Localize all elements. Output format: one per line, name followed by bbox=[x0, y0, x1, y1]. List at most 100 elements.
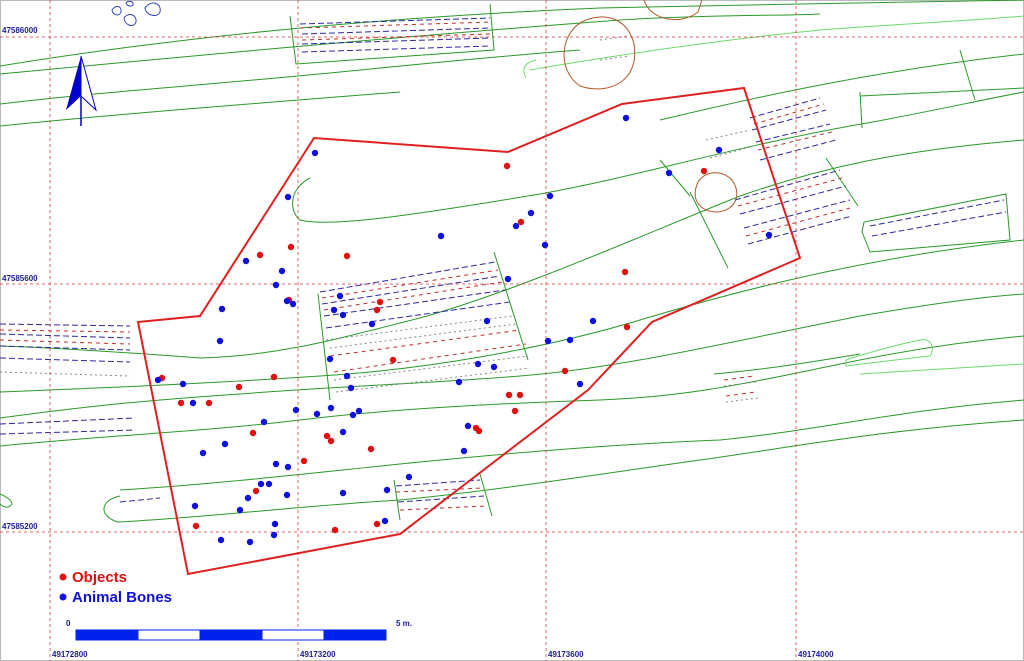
animal-bone-marker bbox=[349, 411, 357, 419]
object-find-marker bbox=[192, 522, 200, 530]
object-find-marker bbox=[373, 520, 381, 528]
animal-bone-marker bbox=[383, 486, 391, 494]
animal-bone-marker bbox=[437, 232, 445, 240]
animal-bone-marker bbox=[199, 449, 207, 457]
animal-bone-marker bbox=[217, 536, 225, 544]
animal-bone-marker bbox=[189, 399, 197, 407]
object-find-marker bbox=[700, 167, 708, 175]
animal-bone-marker bbox=[278, 267, 286, 275]
object-find-marker bbox=[367, 445, 375, 453]
animal-bone-marker bbox=[576, 380, 584, 388]
animal-bone-marker bbox=[474, 360, 482, 368]
scale-end-label: 5 m. bbox=[396, 619, 412, 628]
excavation-boundary bbox=[136, 86, 802, 576]
animal-bone-marker bbox=[242, 257, 250, 265]
animal-bone-marker bbox=[455, 378, 463, 386]
animal-bone-marker bbox=[244, 494, 252, 502]
animal-bones-legend-label: Animal Bones bbox=[72, 589, 172, 606]
animal-bone-marker bbox=[272, 460, 280, 468]
object-find-marker bbox=[287, 243, 295, 251]
object-find-marker bbox=[177, 399, 185, 407]
animal-bone-marker bbox=[313, 410, 321, 418]
animal-bone-marker bbox=[154, 376, 162, 384]
animal-bone-marker bbox=[284, 463, 292, 471]
object-find-marker bbox=[323, 432, 331, 440]
object-find-marker bbox=[300, 457, 308, 465]
objects-legend-label: Objects bbox=[72, 569, 127, 586]
animal-bone-marker bbox=[218, 305, 226, 313]
contour-lines bbox=[0, 0, 1024, 523]
animal-bone-marker bbox=[460, 447, 468, 455]
animal-bone-marker bbox=[260, 418, 268, 426]
animal-bone-marker bbox=[284, 193, 292, 201]
animal-bone-marker bbox=[343, 372, 351, 380]
object-find-marker bbox=[623, 323, 631, 331]
animal-bone-marker bbox=[327, 404, 335, 412]
easting-label: 49172800 bbox=[52, 650, 88, 659]
object-find-marker bbox=[505, 391, 513, 399]
animal-bone-marker bbox=[715, 146, 723, 154]
object-find-marker bbox=[389, 356, 397, 364]
object-find-marker bbox=[376, 298, 384, 306]
object-find-marker bbox=[270, 373, 278, 381]
legend: Objects Animal Bones bbox=[59, 569, 172, 606]
animal-bone-marker bbox=[464, 422, 472, 430]
coordinate-grid bbox=[0, 0, 1024, 661]
animal-bone-marker bbox=[622, 114, 630, 122]
site-plan-canvas: 47586000 47585600 47585200 49172800 4917… bbox=[0, 0, 1024, 661]
animal-bone-marker bbox=[265, 480, 273, 488]
animal-bone-marker bbox=[339, 489, 347, 497]
animal-bone-marker bbox=[326, 355, 334, 363]
animal-bone-marker bbox=[765, 231, 773, 239]
animal-bone-marker bbox=[236, 506, 244, 514]
object-find-marker bbox=[373, 306, 381, 314]
animal-bone-marker bbox=[292, 406, 300, 414]
light-contour-lines bbox=[523, 15, 1024, 375]
easting-label: 49173200 bbox=[300, 650, 336, 659]
animal-bone-marker bbox=[339, 428, 347, 436]
object-find-marker bbox=[205, 399, 213, 407]
animal-bone-marker bbox=[368, 320, 376, 328]
object-find-marker bbox=[516, 391, 524, 399]
object-find-marker bbox=[511, 407, 519, 415]
animal-bone-marker bbox=[271, 520, 279, 528]
animal-bone-marker bbox=[483, 317, 491, 325]
site-map: 47586000 47585600 47585200 49172800 4917… bbox=[0, 0, 1024, 661]
scale-start-label: 0 bbox=[66, 619, 71, 628]
animal-bone-marker bbox=[283, 491, 291, 499]
coordinate-labels: 47586000 47585600 47585200 49172800 4917… bbox=[2, 26, 834, 659]
animal-bone-marker bbox=[216, 337, 224, 345]
animal-bone-marker bbox=[589, 317, 597, 325]
animal-bone-marker bbox=[339, 311, 347, 319]
north-arrow-icon bbox=[66, 55, 97, 126]
animal-bone-marker bbox=[355, 407, 363, 415]
easting-label: 49174000 bbox=[798, 650, 834, 659]
animal-bone-marker bbox=[221, 440, 229, 448]
animal-bone-marker bbox=[405, 473, 413, 481]
animal-bone-marker bbox=[330, 306, 338, 314]
object-find-marker bbox=[503, 162, 511, 170]
animal-bones-legend-marker bbox=[59, 593, 67, 601]
pit-features bbox=[563, 0, 738, 213]
object-find-marker bbox=[235, 383, 243, 391]
objects-layer bbox=[158, 162, 708, 534]
objects-legend-marker bbox=[59, 573, 67, 581]
animal-bones-layer bbox=[154, 114, 773, 546]
animal-bone-marker bbox=[381, 517, 389, 525]
object-find-marker bbox=[517, 218, 525, 226]
water-feature bbox=[111, 0, 161, 26]
animal-bone-marker bbox=[512, 222, 520, 230]
object-find-marker bbox=[343, 252, 351, 260]
northing-label: 47585200 bbox=[2, 522, 38, 531]
animal-bone-marker bbox=[257, 480, 265, 488]
animal-bone-marker bbox=[527, 209, 535, 217]
animal-bone-marker bbox=[272, 281, 280, 289]
animal-bone-marker bbox=[504, 275, 512, 283]
object-find-marker bbox=[256, 251, 264, 259]
animal-bone-marker bbox=[546, 192, 554, 200]
northing-label: 47586000 bbox=[2, 26, 38, 35]
scale-bar: 0 5 m. bbox=[66, 619, 412, 641]
animal-bone-marker bbox=[270, 531, 278, 539]
animal-bone-marker bbox=[289, 300, 297, 308]
object-find-marker bbox=[621, 268, 629, 276]
